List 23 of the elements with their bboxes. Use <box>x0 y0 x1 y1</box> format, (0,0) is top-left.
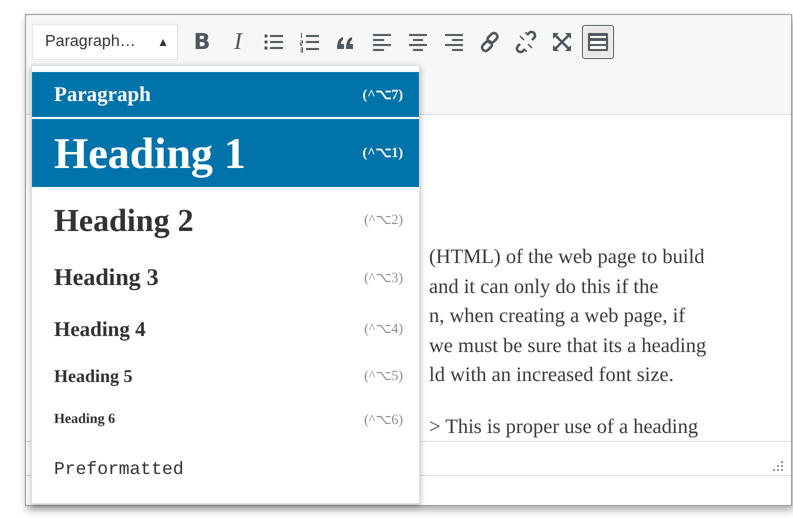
resize-grip-icon <box>773 461 783 471</box>
format-menu-item[interactable]: Heading 5 (^⌥5) <box>32 355 419 397</box>
bold-button[interactable]: B <box>186 25 218 59</box>
fullscreen-icon <box>550 30 574 54</box>
toolbar-toggle-icon <box>586 30 610 54</box>
paragraph-text: n, when creating a web page, if <box>429 304 686 329</box>
format-menu-item[interactable]: Preformatted <box>32 443 419 497</box>
format-menu-item[interactable]: Heading 1 (^⌥1) <box>32 119 419 187</box>
format-menu-item[interactable]: Heading 3 (^⌥3) <box>32 253 419 303</box>
italic-button[interactable]: I <box>222 25 254 59</box>
toolbar-toggle-button[interactable] <box>582 25 614 59</box>
format-menu-item[interactable]: Heading 6 (^⌥6) <box>32 399 419 441</box>
format-menu-item[interactable]: Paragraph (^⌥7) <box>32 72 419 117</box>
unlink-icon <box>514 30 538 54</box>
paragraph-text: we must be sure that its a heading <box>429 334 708 358</box>
paragraph-text: ld with an increased font size. <box>429 363 675 388</box>
format-menu-item[interactable]: Heading 2 (^⌥2) <box>32 189 419 251</box>
paragraph-text: (HTML) of the web page to build <box>429 245 706 270</box>
paragraph-text: > This is proper use of a heading <box>429 414 700 440</box>
paragraph-text: and it can only do this if the <box>429 274 660 300</box>
numbered-list-icon <box>298 30 322 54</box>
format-select[interactable]: Paragraph… ▲ <box>32 24 178 60</box>
format-menu-item[interactable]: Heading 4 (^⌥4) <box>32 305 419 353</box>
